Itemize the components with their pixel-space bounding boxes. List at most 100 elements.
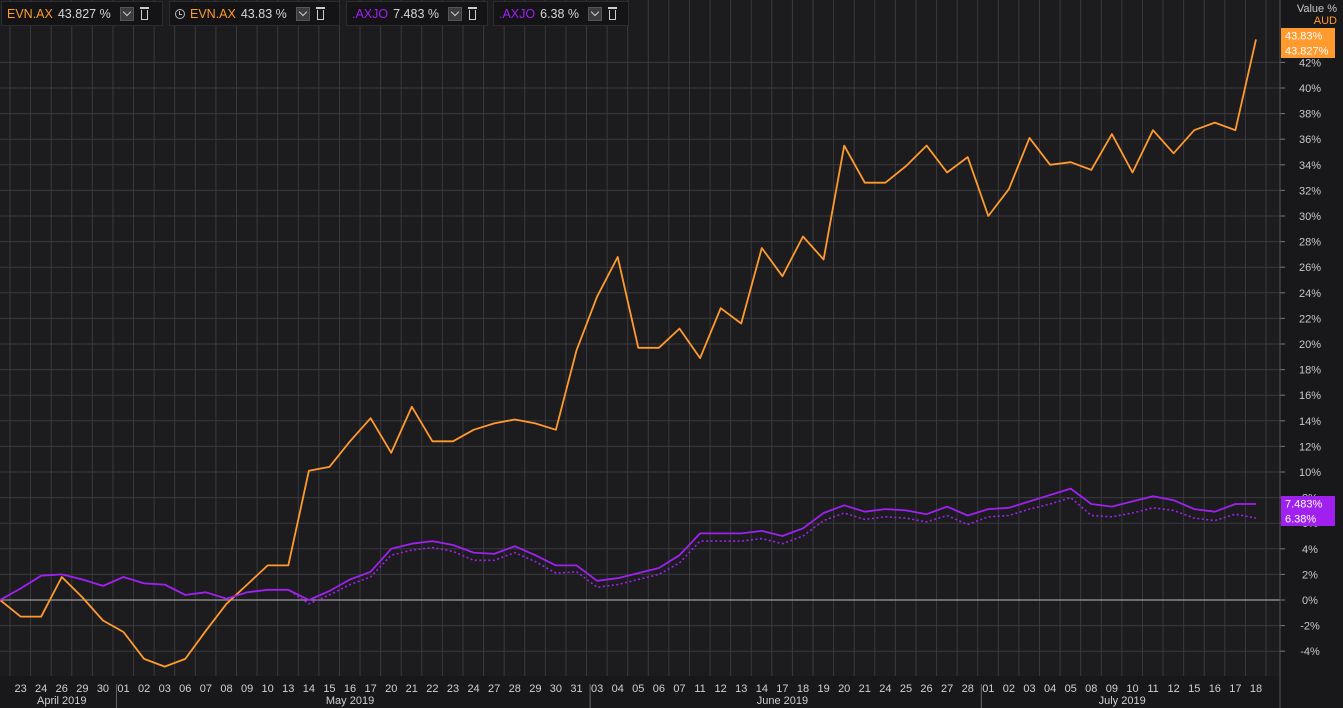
legend-chip-axjo[interactable]: .AXJO 7.483 % — [346, 1, 488, 26]
x-tick-label: 01 — [982, 683, 994, 695]
x-tick-label: 07 — [200, 683, 212, 695]
x-tick-label: 22 — [426, 683, 438, 695]
y-tick-label: 34% — [1299, 160, 1321, 172]
x-tick-label: 18 — [797, 683, 809, 695]
x-tick-label: 10 — [262, 683, 274, 695]
x-tick-label: 28 — [509, 683, 521, 695]
y-tick-label: 10% — [1299, 467, 1321, 479]
x-tick-label: 07 — [673, 683, 685, 695]
y-tick-label: 2% — [1302, 569, 1318, 581]
x-tick-label: 20 — [385, 683, 397, 695]
x-tick-label: 30 — [550, 683, 562, 695]
trash-icon[interactable] — [315, 6, 327, 21]
x-tick-label: 14 — [303, 683, 315, 695]
y-axis-title: Value % AUD — [1297, 3, 1337, 27]
chevron-down-icon[interactable] — [588, 6, 603, 21]
x-tick-label: 06 — [653, 683, 665, 695]
x-tick-label: 04 — [612, 683, 624, 695]
x-tick-label: 09 — [241, 683, 253, 695]
x-tick-label: 17 — [364, 683, 376, 695]
trash-icon[interactable] — [139, 6, 151, 21]
y-tick-label: 18% — [1299, 365, 1321, 377]
x-tick-label: 10 — [1126, 683, 1138, 695]
end-value-text: 6.38% — [1285, 514, 1316, 526]
x-tick-label: 24 — [879, 683, 891, 695]
x-tick-label: 08 — [220, 683, 232, 695]
x-tick-label: 29 — [529, 683, 541, 695]
x-tick-label: 15 — [323, 683, 335, 695]
x-tick-label: 03 — [1023, 683, 1035, 695]
x-tick-label: 15 — [1188, 683, 1200, 695]
x-tick-label: 16 — [344, 683, 356, 695]
x-tick-label: 01 — [117, 683, 129, 695]
x-tick-label: 17 — [1229, 683, 1241, 695]
month-label: April 2019 — [37, 695, 87, 707]
y-tick-label: 28% — [1299, 237, 1321, 249]
y-axis-label: Value % — [1296, 3, 1337, 15]
chevron-down-icon[interactable] — [295, 6, 310, 21]
x-tick-label: 05 — [1065, 683, 1077, 695]
x-tick-label: 30 — [97, 683, 109, 695]
x-tick-label: 12 — [715, 683, 727, 695]
trash-icon[interactable] — [467, 6, 479, 21]
legend-chip-axjo-dotted[interactable]: .AXJO 6.38 % — [493, 1, 629, 26]
end-value-label: 6.38% — [1281, 511, 1335, 526]
x-tick-label: 27 — [941, 683, 953, 695]
end-value-label: 43.827% — [1281, 43, 1335, 58]
legend-chip-evn-historical[interactable]: EVN.AX 43.83 % — [169, 1, 340, 26]
chevron-down-icon[interactable] — [448, 6, 462, 21]
clock-icon — [175, 8, 185, 19]
x-tick-label: 21 — [406, 683, 418, 695]
x-tick-label: 13 — [735, 683, 747, 695]
y-tick-label: -4% — [1300, 646, 1320, 658]
y-tick-label: 32% — [1299, 185, 1321, 197]
x-tick-label: 12 — [1168, 683, 1180, 695]
end-value-text: 43.83% — [1285, 31, 1323, 43]
month-label: July 2019 — [1099, 695, 1146, 707]
x-tick-label: 02 — [1003, 683, 1015, 695]
x-tick-label: 03 — [591, 683, 603, 695]
x-tick-label: 27 — [488, 683, 500, 695]
y-tick-label: 40% — [1299, 83, 1321, 95]
y-axis-unit: AUD — [1313, 15, 1337, 27]
y-tick-label: 14% — [1299, 416, 1321, 428]
y-tick-label: 38% — [1299, 109, 1321, 121]
line-chart: -4%-2%0%2%4%6%8%10%12%14%16%18%20%22%24%… — [0, 0, 1343, 708]
y-tick-label: 4% — [1302, 544, 1318, 556]
x-tick-label: 24 — [467, 683, 479, 695]
x-tick-label: 02 — [138, 683, 150, 695]
x-tick-label: 23 — [447, 683, 459, 695]
x-tick-label: 08 — [1085, 683, 1097, 695]
y-tick-label: -2% — [1300, 621, 1320, 633]
x-tick-label: 24 — [35, 683, 47, 695]
legend-series-name: EVN.AX — [190, 6, 236, 21]
x-tick-label: 21 — [859, 683, 871, 695]
y-tick-label: 16% — [1299, 390, 1321, 402]
x-tick-label: 16 — [1209, 683, 1221, 695]
x-tick-label: 03 — [159, 683, 171, 695]
legend-chip-evn[interactable]: EVN.AX 43.827 % — [1, 1, 163, 26]
end-value-text: 43.827% — [1285, 46, 1329, 58]
y-tick-label: 42% — [1299, 57, 1321, 69]
y-tick-label: 26% — [1299, 262, 1321, 274]
x-tick-label: 26 — [920, 683, 932, 695]
x-tick-label: 14 — [756, 683, 768, 695]
y-tick-label: 24% — [1299, 288, 1321, 300]
x-tick-label: 09 — [1106, 683, 1118, 695]
y-tick-label: 22% — [1299, 313, 1321, 325]
chevron-down-icon[interactable] — [119, 6, 134, 21]
legend-series-value: 43.827 % — [57, 6, 111, 21]
x-tick-label: 18 — [1250, 683, 1262, 695]
end-value-label: 43.83% — [1281, 28, 1335, 43]
end-value-text: 7.483% — [1285, 499, 1323, 511]
month-label: May 2019 — [326, 695, 374, 707]
y-tick-label: 36% — [1299, 134, 1321, 146]
x-tick-label: 25 — [900, 683, 912, 695]
x-tick-label: 05 — [632, 683, 644, 695]
chart-background — [0, 0, 1343, 708]
x-tick-label: 17 — [776, 683, 788, 695]
trash-icon[interactable] — [607, 6, 619, 21]
end-value-label: 7.483% — [1281, 496, 1335, 511]
legend-bar: EVN.AX 43.827 % EVN.AX 43.83 % .AXJO 7.4… — [0, 0, 1280, 28]
x-tick-label: 31 — [570, 683, 582, 695]
